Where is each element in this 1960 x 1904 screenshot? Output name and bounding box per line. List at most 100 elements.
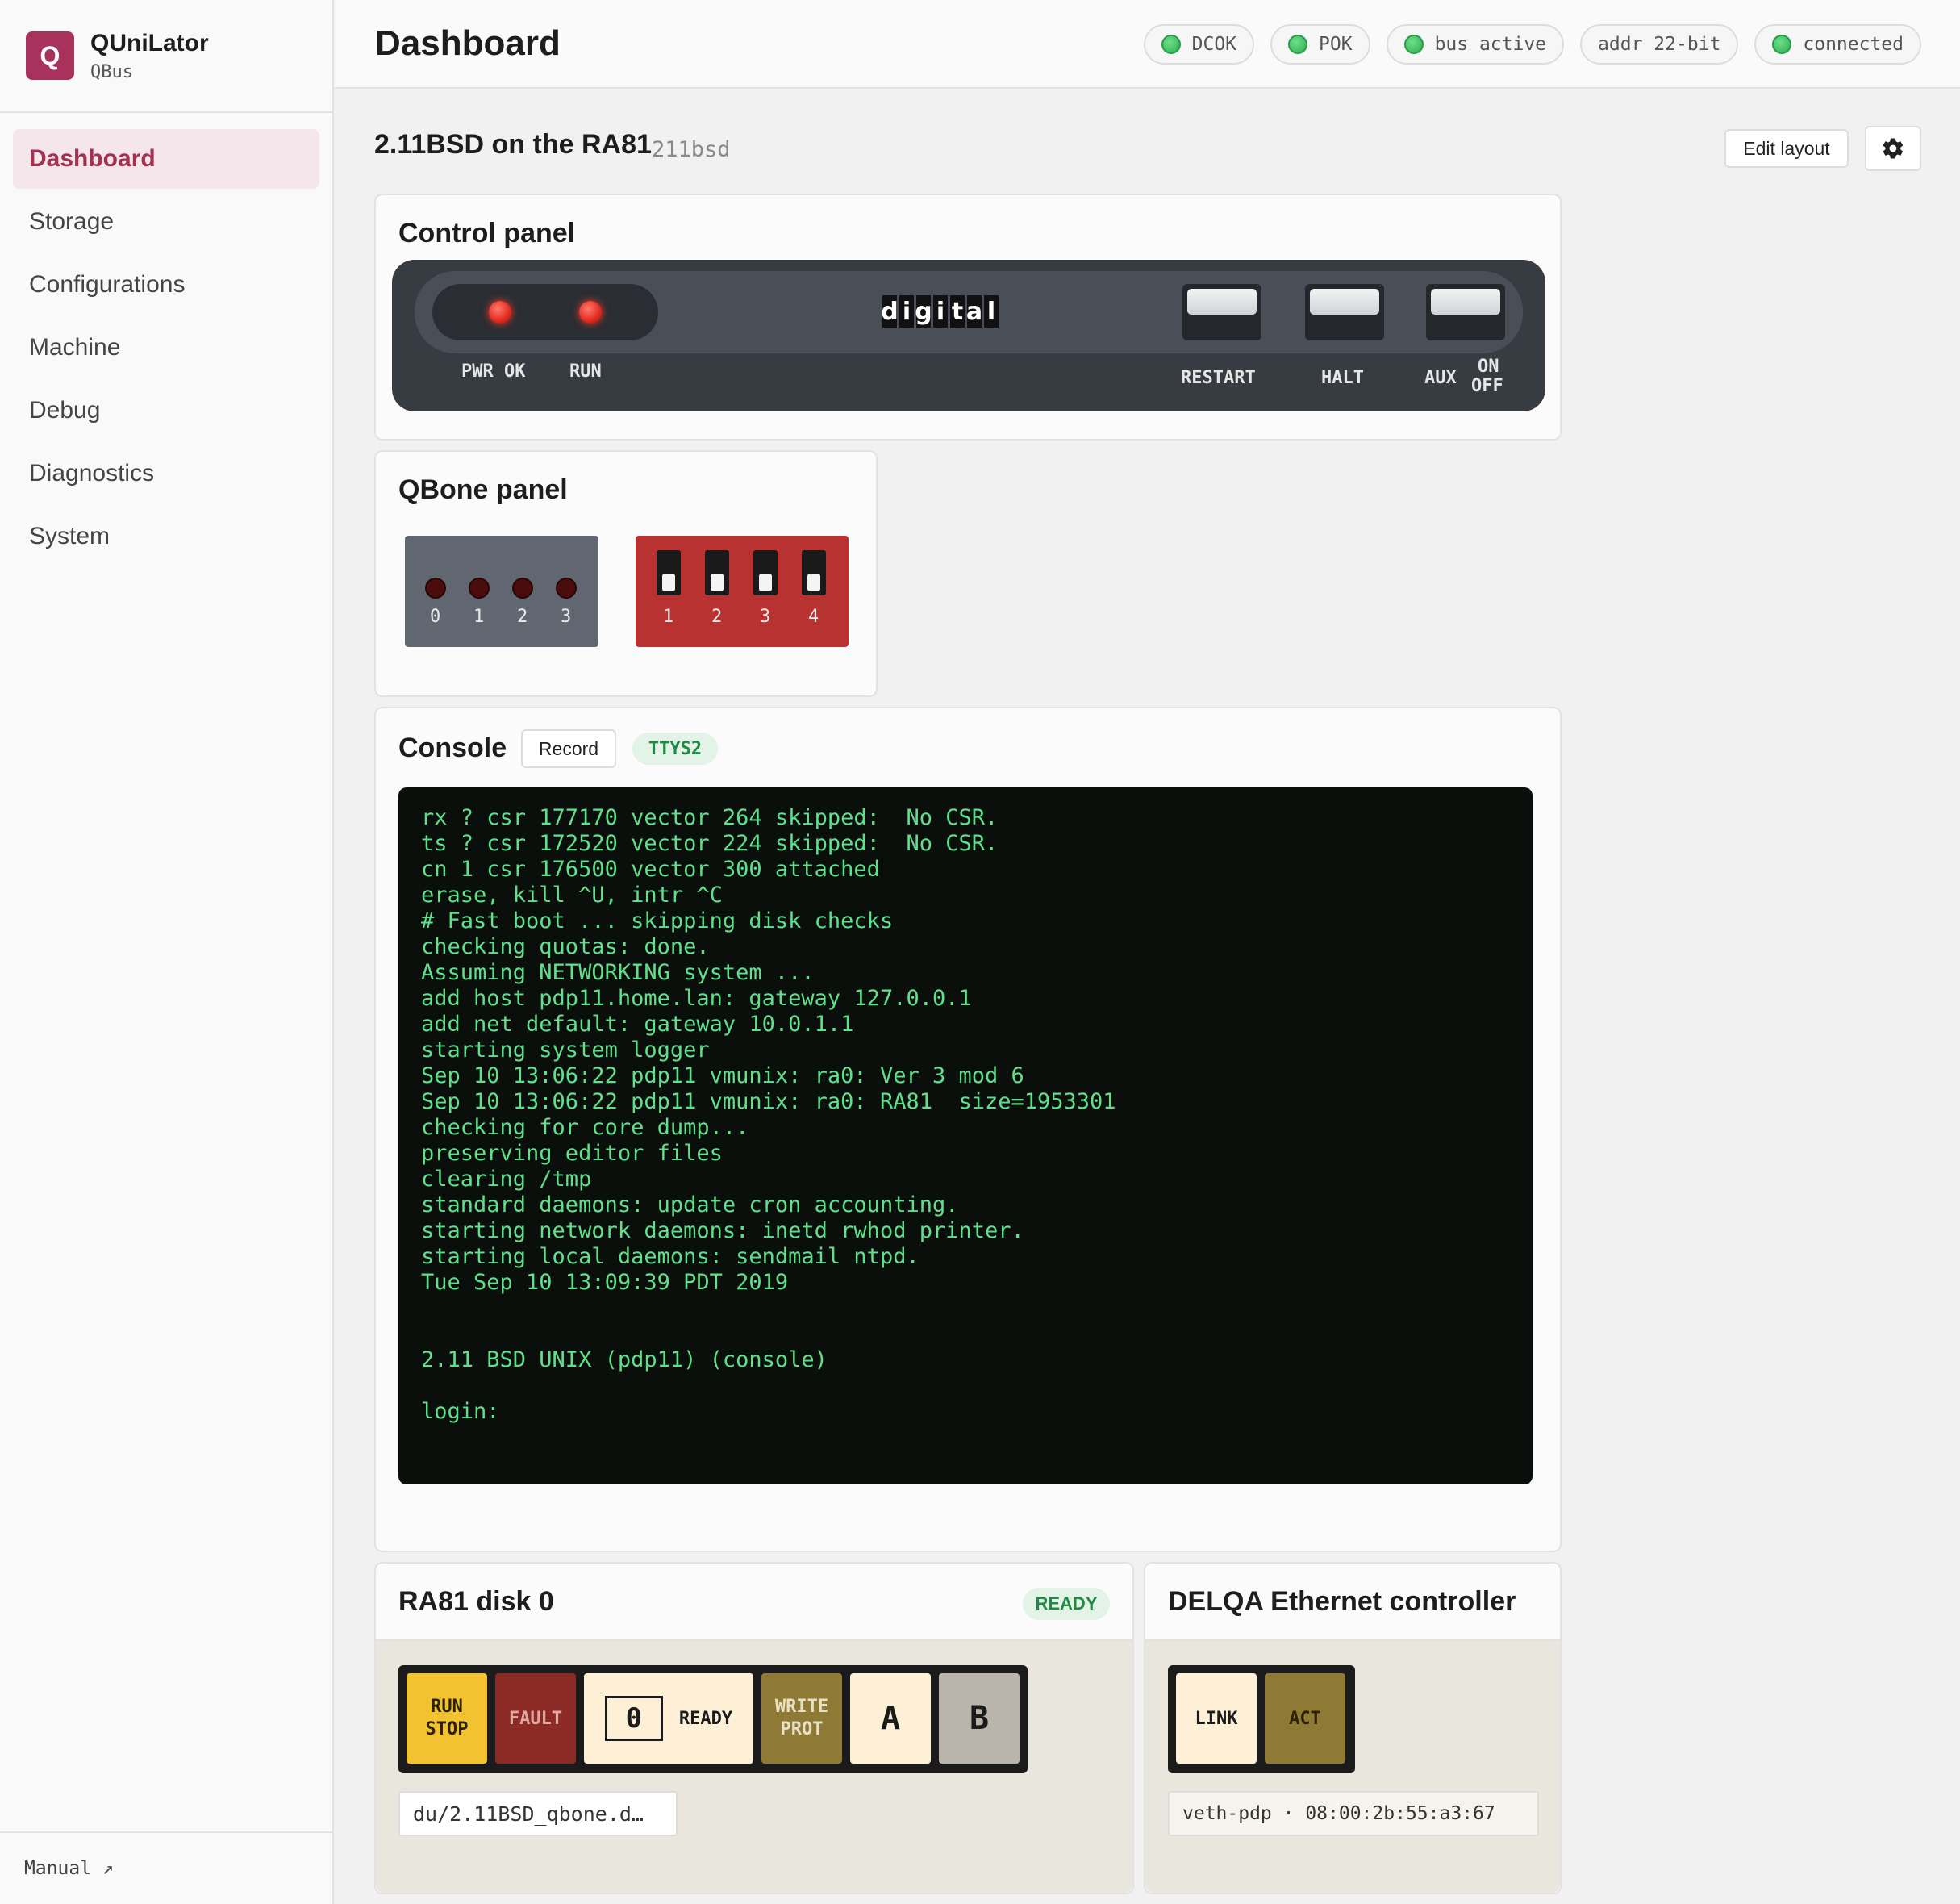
status-led-icon [1403,35,1424,54]
card-title: RA81 disk 0 [398,1586,554,1617]
gear-icon [1883,138,1904,159]
brand[interactable]: Q QUniLator QBus [0,0,332,113]
switch-paddle [1431,289,1500,315]
sidebar-item-storage[interactable]: Storage [13,192,319,252]
qbone-led-label: 1 [473,607,485,627]
pwr-ok-label: PWR OK [461,361,526,382]
qbone-led [469,578,490,599]
ethernet-info: veth-pdp · 08:00:2b:55:a3:67 [1168,1791,1539,1836]
qbone-led-label: 0 [430,607,441,627]
qbone-led [425,578,446,599]
edit-layout-button[interactable]: Edit layout [1724,129,1849,168]
port-b-button[interactable]: B [939,1673,1020,1764]
write-protect-button[interactable]: WRITE PROT [761,1673,842,1764]
status-label: bus active [1434,34,1547,55]
tty-badge: TTYS2 [632,733,718,765]
status-pill-connected: connected [1754,24,1921,65]
logo-letter: t [950,295,965,328]
sidebar-item-configurations[interactable]: Configurations [13,255,319,315]
sidebar-nav: Dashboard Storage Configurations Machine… [0,113,332,566]
manual-link[interactable]: Manual ↗ [0,1831,332,1904]
dip-switch-2[interactable] [705,550,729,595]
settings-button[interactable] [1865,126,1921,171]
port-a-button[interactable]: A [850,1673,931,1764]
card-title: DELQA Ethernet controller [1168,1586,1516,1617]
disk-image-path[interactable]: du/2.11BSD_qbone.d… [398,1791,678,1836]
dip-nub [662,574,675,591]
status-pills: DCOK POK bus active addr 22-bit connecte… [1143,24,1921,65]
ready-button[interactable]: 0 READY [584,1673,753,1764]
app-logo: Q [26,31,74,80]
ra81-panel: RUN STOP FAULT 0 READY WRITE PROT A B [398,1665,1028,1773]
dip-switch-3[interactable] [753,550,778,595]
front-panel: d i g i t a l PWR OK RUN RESTART HALT AU… [392,260,1545,411]
qbone-led-label: 2 [517,607,528,627]
sidebar-item-diagnostics[interactable]: Diagnostics [13,444,319,503]
logo-letter: i [899,295,914,328]
disk-card: RA81 disk 0 READY RUN STOP FAULT 0 READY… [374,1562,1134,1894]
switch-paddle [1187,289,1257,315]
qbone-led-block: 0 1 2 3 [405,536,598,647]
page-title: Dashboard [375,23,561,63]
dip-label: 1 [663,607,674,627]
ready-label: READY [678,1708,733,1729]
console-output: rx ? csr 177170 vector 264 skipped: No C… [421,805,1116,1424]
status-led-icon [1772,35,1792,54]
unit-number: 0 [604,1696,663,1741]
qbone-led [556,578,577,599]
logo-letter: l [984,295,999,328]
sidebar-item-system[interactable]: System [13,507,319,566]
card-title: QBone panel [398,474,568,505]
pwr-ok-led [489,301,511,324]
dip-switch-1[interactable] [657,550,681,595]
ethernet-card: DELQA Ethernet controller LINK ACT veth-… [1144,1562,1562,1894]
machine-title: 2.11BSD on the RA81 [374,129,652,160]
halt-switch[interactable] [1305,284,1384,340]
run-stop-button[interactable]: RUN STOP [407,1673,487,1764]
aux-switch[interactable] [1426,284,1505,340]
halt-label: HALT [1321,368,1364,388]
link-indicator: LINK [1176,1673,1257,1764]
status-led-icon [1161,35,1181,54]
sidebar-item-machine[interactable]: Machine [13,318,319,378]
restart-label: RESTART [1181,368,1256,388]
dip-label: 2 [711,607,723,627]
restart-switch[interactable] [1182,284,1261,340]
app-subtitle: QBus [90,61,133,82]
logo-letter: a [966,295,982,328]
status-label: POK [1319,34,1353,55]
sidebar: Q QUniLator QBus Dashboard Storage Confi… [0,0,334,1904]
dip-label: 3 [760,607,771,627]
aux-on-label: ON [1478,357,1499,377]
status-label: connected [1803,34,1904,55]
dip-nub [711,574,724,591]
status-pill-addr: addr 22-bit [1580,24,1739,65]
status-led-icon [1288,35,1308,54]
switch-paddle [1310,289,1379,315]
dip-label: 4 [808,607,819,627]
logo-letter: i [933,295,948,328]
act-indicator: ACT [1265,1673,1345,1764]
dip-nub [759,574,772,591]
led-pod [432,284,658,340]
digital-logo: d i g i t a l [881,295,999,329]
top-header: Dashboard DCOK POK bus active addr 22-bi… [335,0,1960,89]
aux-label: AUX [1424,368,1457,388]
control-panel-card: Control panel d i g i t a l PWR OK RUN R… [374,194,1562,441]
record-button[interactable]: Record [521,729,616,768]
fault-button[interactable]: FAULT [495,1673,576,1764]
delqa-panel: LINK ACT [1168,1665,1355,1773]
status-pill-pok: POK [1270,24,1370,65]
sidebar-item-debug[interactable]: Debug [13,381,319,441]
logo-letter: d [881,295,899,328]
machine-id: 211bsd [652,137,731,162]
card-title: Control panel [398,218,576,248]
sidebar-item-dashboard[interactable]: Dashboard [13,129,319,189]
dip-switch-4[interactable] [802,550,826,595]
status-label: DCOK [1191,34,1237,55]
qbone-led [512,578,533,599]
aux-off-label: OFF [1471,376,1503,396]
console-terminal[interactable]: rx ? csr 177170 vector 264 skipped: No C… [398,787,1533,1484]
dip-nub [807,574,820,591]
qbone-led-label: 3 [561,607,572,627]
